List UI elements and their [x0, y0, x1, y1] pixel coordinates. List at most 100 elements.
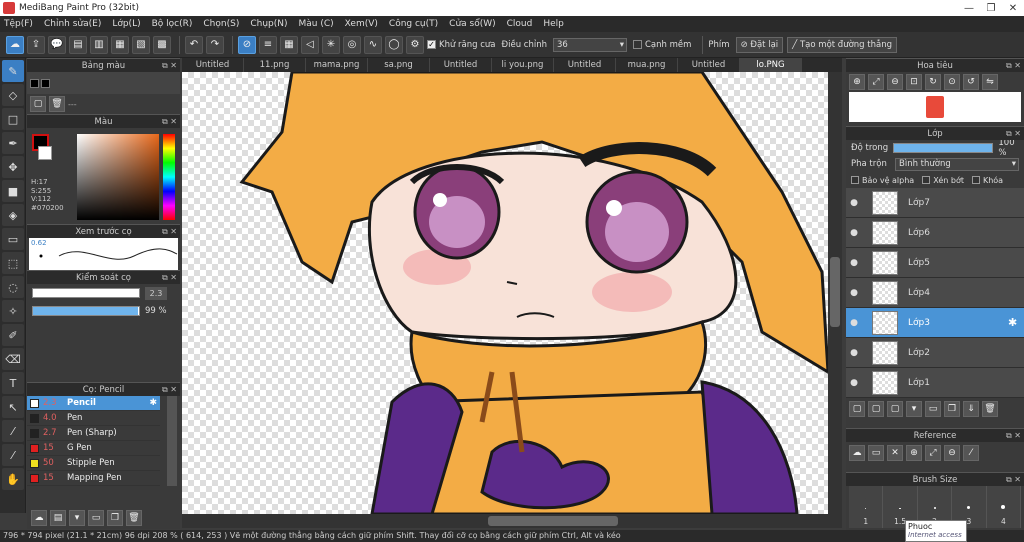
visibility-icon[interactable]: ●: [846, 378, 862, 388]
panel-float-close-icon[interactable]: ⧉ ✕: [1006, 473, 1021, 487]
new-palette-icon[interactable]: ▢: [30, 96, 46, 112]
add-layer-dropdown-icon[interactable]: ▾: [906, 401, 922, 417]
brush-item[interactable]: 15 Mapping Pen: [27, 471, 160, 486]
layer-row[interactable]: ● Lớp2: [846, 338, 1024, 368]
speech-bubble-icon[interactable]: 💬: [48, 35, 66, 54]
panel-float-close-icon[interactable]: ⧉ ✕: [162, 225, 177, 239]
menu-select[interactable]: Chọn(S): [203, 19, 239, 29]
menu-view[interactable]: Xem(V): [345, 19, 378, 29]
document-tab[interactable]: 11.png: [244, 58, 306, 72]
menu-edit[interactable]: Chỉnh sửa(E): [44, 19, 101, 29]
eyedropper-tool-icon[interactable]: ⁄: [2, 420, 24, 442]
brush-tool-icon[interactable]: ✎: [2, 60, 24, 82]
visibility-icon[interactable]: ●: [846, 258, 862, 268]
folder-icon[interactable]: ▭: [925, 401, 941, 417]
brush-size-slider[interactable]: [32, 288, 140, 298]
document-tab[interactable]: mua.png: [616, 58, 678, 72]
delete-icon[interactable]: 🗑: [126, 510, 142, 526]
fit-icon[interactable]: ⤢: [868, 74, 884, 90]
correction-select[interactable]: 36: [552, 37, 627, 52]
fill-rect-icon[interactable]: ■: [2, 180, 24, 202]
new-layer-1bit-icon[interactable]: ▢: [887, 401, 903, 417]
panel-float-close-icon[interactable]: ⧉ ✕: [162, 115, 177, 129]
background-color-swatch[interactable]: [38, 146, 52, 160]
new-layer-icon[interactable]: ▢: [849, 401, 865, 417]
undo-icon[interactable]: ↶: [185, 35, 203, 54]
layer-row[interactable]: ● Lớp5: [846, 248, 1024, 278]
hand-tool-icon[interactable]: ✋: [2, 468, 24, 490]
minimize-button[interactable]: —: [958, 0, 980, 16]
operation-tool-icon[interactable]: ↖: [2, 396, 24, 418]
scroll-thumb[interactable]: [488, 516, 618, 526]
visibility-icon[interactable]: ●: [846, 288, 862, 298]
zoom-out-icon[interactable]: ⊖: [887, 74, 903, 90]
parallel-snap-icon[interactable]: ≡: [259, 35, 277, 54]
brush-item[interactable]: 2.7 Pen (Sharp): [27, 426, 160, 441]
curve-snap-icon[interactable]: ∿: [364, 35, 382, 54]
drawing-canvas[interactable]: [182, 72, 828, 514]
rotate-icon[interactable]: ↻: [925, 74, 941, 90]
circle-snap-icon[interactable]: ◎: [343, 35, 361, 54]
reset-button[interactable]: ⊘ Đặt lại: [735, 36, 784, 53]
soft-edge-checkbox[interactable]: Cạnh mềm: [632, 40, 691, 50]
document-tab[interactable]: Untitled: [678, 58, 740, 72]
document-tab[interactable]: Untitled: [430, 58, 492, 72]
blur-tool-icon[interactable]: ✒: [2, 132, 24, 154]
frame-icon[interactable]: ▦: [111, 35, 129, 54]
panel-float-close-icon[interactable]: ⧉ ✕: [162, 59, 177, 73]
comic-icon[interactable]: ▧: [132, 35, 150, 54]
layer-row-selected[interactable]: ● Lớp3 ✱: [846, 308, 1024, 338]
close-button[interactable]: ✕: [1002, 0, 1024, 16]
opacity-slider[interactable]: [892, 143, 994, 153]
brush-item[interactable]: 15 G Pen: [27, 441, 160, 456]
navigator-preview[interactable]: [849, 92, 1021, 122]
zoom-in-icon[interactable]: ⊕: [906, 445, 922, 461]
palette-swatch[interactable]: [41, 78, 50, 88]
visibility-icon[interactable]: ●: [846, 198, 862, 208]
straight-line-button[interactable]: ╱ Tạo một đường thẳng: [787, 36, 897, 53]
cloud-brush-icon[interactable]: ☁: [31, 510, 47, 526]
menu-file[interactable]: Tệp(F): [4, 19, 33, 29]
maximize-button[interactable]: ❐: [980, 0, 1002, 16]
document-tab[interactable]: li you.png: [492, 58, 554, 72]
menu-window[interactable]: Cửa sổ(W): [449, 19, 495, 29]
new-layer-8bit-icon[interactable]: ▢: [868, 401, 884, 417]
duplicate-icon[interactable]: ❐: [944, 401, 960, 417]
merge-icon[interactable]: ⇓: [963, 401, 979, 417]
antialias-checkbox[interactable]: ✓ Khử răng cưa: [427, 40, 496, 50]
menu-color[interactable]: Màu (C): [299, 19, 334, 29]
menu-help[interactable]: Help: [543, 19, 564, 29]
select-pen-icon[interactable]: ✐: [2, 324, 24, 346]
trash-icon[interactable]: 🗑: [982, 401, 998, 417]
text-frame-icon[interactable]: ▥: [90, 35, 108, 54]
select-tool-icon[interactable]: ⬚: [2, 252, 24, 274]
blend-select[interactable]: Bình thường: [895, 157, 1019, 171]
radial-snap-icon[interactable]: ✳: [322, 35, 340, 54]
select-eraser-icon[interactable]: ⌫: [2, 348, 24, 370]
brush-item[interactable]: 50 Stipple Pen: [27, 456, 160, 471]
document-tab[interactable]: Untitled: [554, 58, 616, 72]
saturation-value-picker[interactable]: [77, 134, 159, 220]
menu-layer[interactable]: Lớp(L): [112, 19, 140, 29]
add-brush-icon[interactable]: ▤: [50, 510, 66, 526]
eyedropper-icon[interactable]: ⁄: [963, 445, 979, 461]
brush-item[interactable]: 2.3 Pencil ✱: [27, 396, 160, 411]
magic-wand-icon[interactable]: ✧: [2, 300, 24, 322]
folder-icon[interactable]: ▭: [868, 445, 884, 461]
ellipse-snap-icon[interactable]: ◯: [385, 35, 403, 54]
fit-icon[interactable]: ⤢: [925, 445, 941, 461]
brush-size-preset[interactable]: 1: [849, 486, 884, 528]
text-tool-icon[interactable]: T: [2, 372, 24, 394]
brush-size-value[interactable]: 2.3: [145, 286, 167, 300]
cross-snap-icon[interactable]: ▦: [280, 35, 298, 54]
flip-icon[interactable]: ⇋: [982, 74, 998, 90]
grid-icon[interactable]: ▩: [153, 35, 171, 54]
panel-float-close-icon[interactable]: ⧉ ✕: [162, 383, 177, 397]
protect-alpha-checkbox[interactable]: Bảo vệ alpha: [851, 176, 914, 185]
brush-list-scrollbar[interactable]: [167, 396, 177, 486]
document-tab[interactable]: mama.png: [306, 58, 368, 72]
layer-row[interactable]: ● Lớp7: [846, 188, 1024, 218]
panel-float-close-icon[interactable]: ⧉ ✕: [1006, 127, 1021, 141]
menu-snap[interactable]: Chụp(N): [250, 19, 287, 29]
dropper-tool-icon[interactable]: ⁄: [2, 444, 24, 466]
